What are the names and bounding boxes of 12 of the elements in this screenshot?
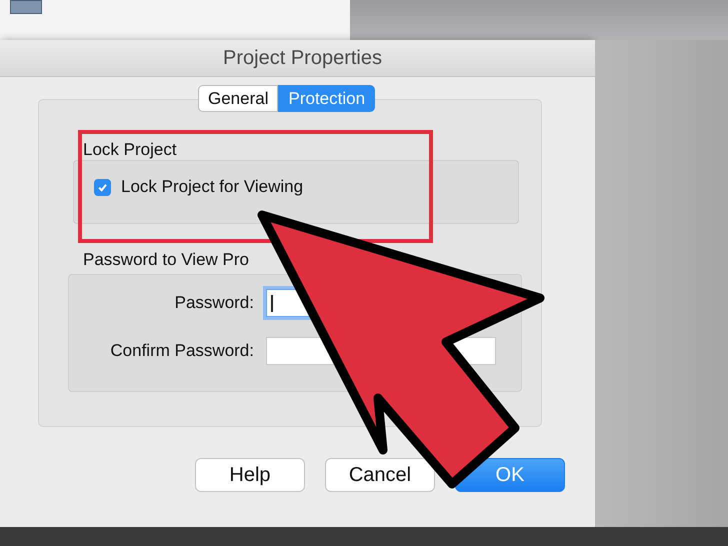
checkbox-label: Lock Project for Viewing [121, 177, 304, 197]
field-label: Confirm Password: [109, 341, 254, 361]
group-title: Password to View Pro [83, 250, 249, 270]
folder-icon [10, 0, 42, 14]
checkbox[interactable] [94, 178, 111, 196]
checkmark-icon [97, 182, 108, 192]
tab[interactable]: General [198, 85, 278, 112]
window-title: Project Properties [222, 46, 382, 70]
group-title: Lock Project [83, 140, 177, 160]
dialog-button[interactable]: Help [195, 458, 305, 492]
field-label: Password: [174, 293, 254, 313]
dialog-button[interactable]: Cancel [325, 458, 435, 492]
